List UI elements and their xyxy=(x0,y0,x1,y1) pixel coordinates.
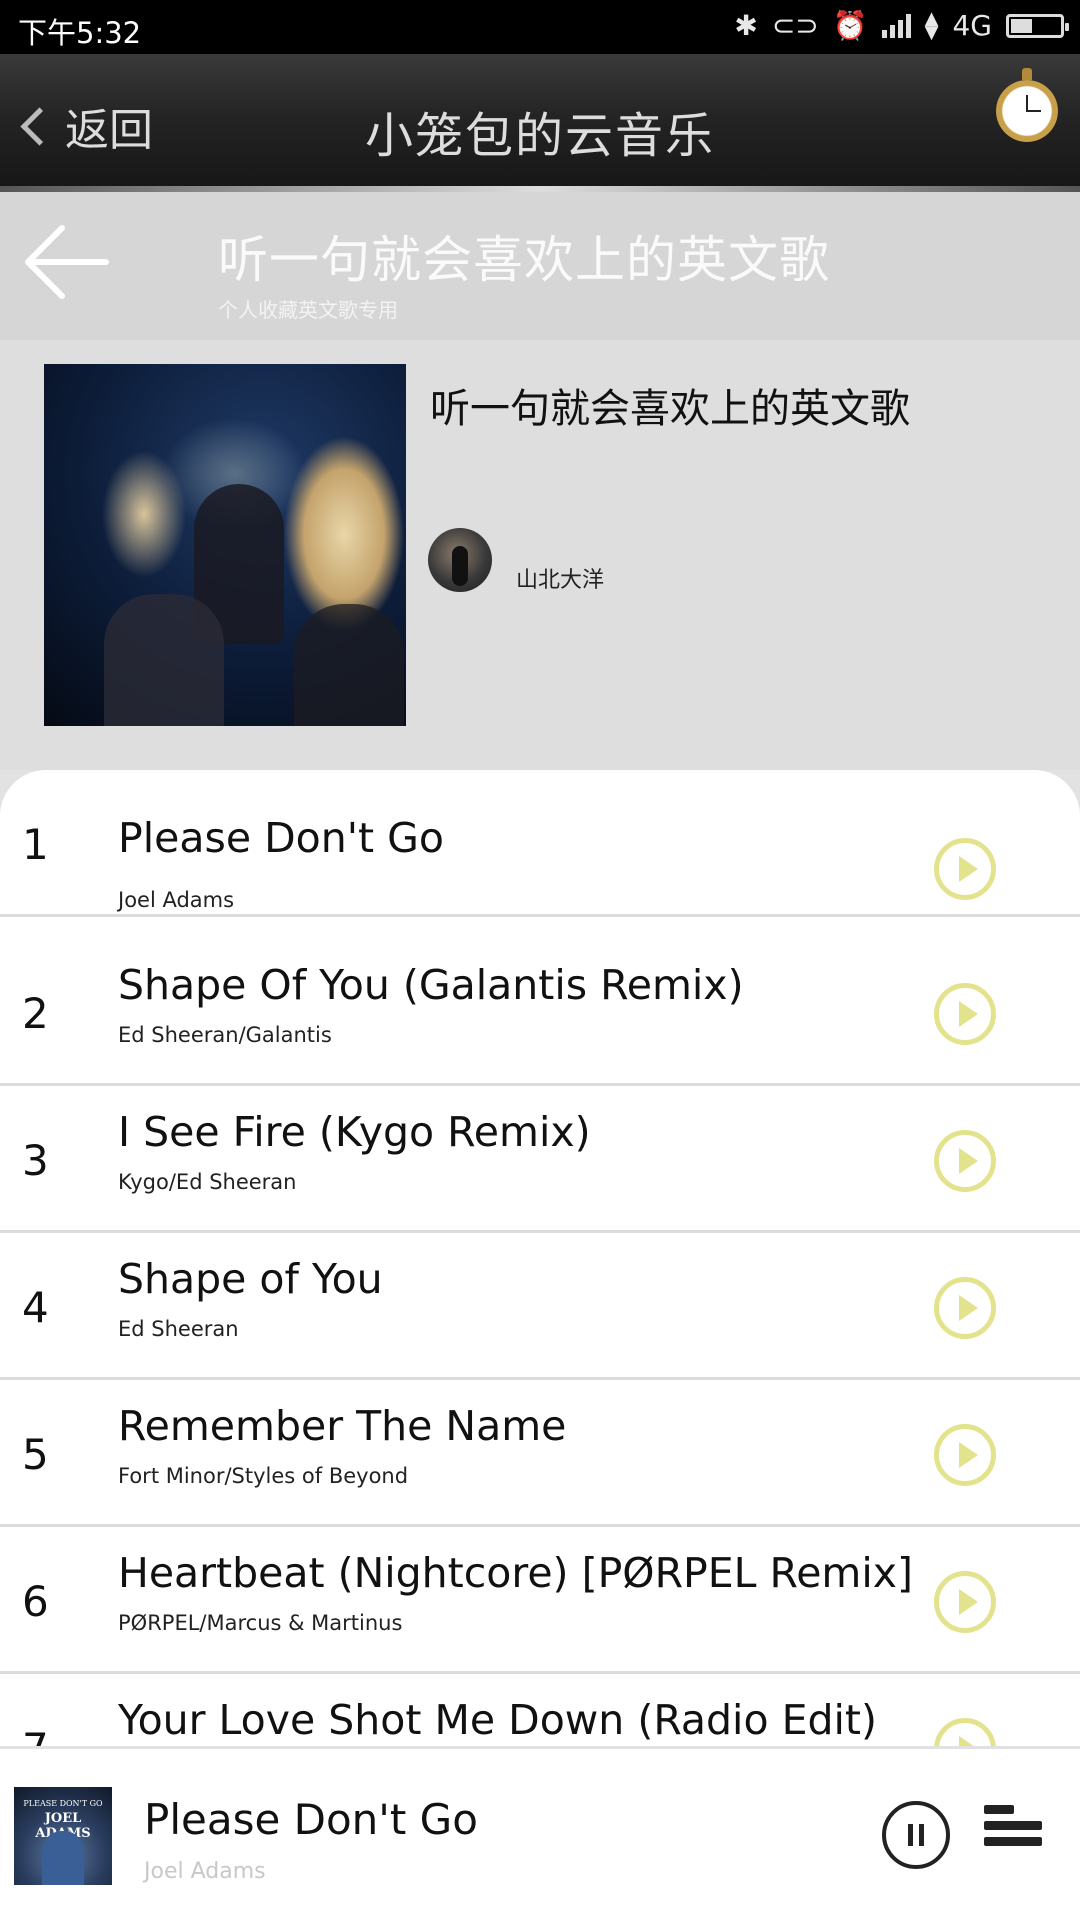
play-icon[interactable] xyxy=(934,1424,996,1486)
playlist-cover-image[interactable] xyxy=(44,364,406,726)
cover-text-small: PLEASE DON'T GO xyxy=(23,1799,103,1808)
bluetooth-icon: ✱ xyxy=(734,9,758,42)
song-number: 1 xyxy=(22,820,49,869)
hd-signal-icon xyxy=(881,13,911,38)
battery-icon xyxy=(1006,13,1069,38)
song-artist: Fort Minor/Styles of Beyond xyxy=(118,1464,409,1488)
playlist-header-subtitle: 个人收藏英文歌专用 xyxy=(218,298,398,322)
song-number: 5 xyxy=(22,1430,49,1479)
pause-icon[interactable] xyxy=(882,1801,950,1869)
app-header: 返回 小笼包的云音乐 xyxy=(0,54,1080,192)
network-type: 4G xyxy=(952,9,992,42)
song-row[interactable]: 4 Shape of You Ed Sheeran xyxy=(0,1233,1080,1380)
song-title: Shape of You xyxy=(118,1255,383,1303)
song-row[interactable]: 5 Remember The Name Fort Minor/Styles of… xyxy=(0,1380,1080,1527)
play-icon[interactable] xyxy=(934,1571,996,1633)
song-artist: Joel Adams xyxy=(118,888,235,912)
playlist-header-title: 听一句就会喜欢上的英文歌 xyxy=(218,231,830,289)
pocket-watch-icon[interactable] xyxy=(996,68,1058,142)
song-row[interactable]: 7 Your Love Shot Me Down (Radio Edit) xyxy=(0,1674,1080,1746)
song-artist: PØRPEL/Marcus & Martinus xyxy=(118,1611,403,1635)
song-artist: Kygo/Ed Sheeran xyxy=(118,1170,297,1194)
song-row[interactable]: 6 Heartbeat (Nightcore) [PØRPEL Remix] P… xyxy=(0,1527,1080,1674)
song-title: Remember The Name xyxy=(118,1402,567,1450)
play-icon[interactable] xyxy=(934,1277,996,1339)
owner-name[interactable]: 山北大洋 xyxy=(516,562,604,594)
song-number: 3 xyxy=(22,1136,49,1185)
play-icon[interactable] xyxy=(934,983,996,1045)
now-playing-cover[interactable]: PLEASE DON'T GO JOEL ADAMS xyxy=(14,1787,112,1885)
play-icon[interactable] xyxy=(934,838,996,900)
play-icon[interactable] xyxy=(934,1130,996,1192)
song-title: Please Don't Go xyxy=(118,814,444,862)
song-row[interactable]: 3 I See Fire (Kygo Remix) Kygo/Ed Sheera… xyxy=(0,1086,1080,1233)
song-number: 6 xyxy=(22,1577,49,1626)
arrow-left-icon[interactable] xyxy=(20,222,110,302)
status-icons: ✱ ⊂⊃ ⏰ ▲ ▼ 4G xyxy=(734,7,1069,43)
mini-player[interactable]: PLEASE DON'T GO JOEL ADAMS Please Don't … xyxy=(0,1746,1080,1920)
vibrate-icon: ⊂⊃ xyxy=(771,9,819,42)
play-icon[interactable] xyxy=(934,1718,996,1746)
song-title: I See Fire (Kygo Remix) xyxy=(118,1108,591,1156)
data-arrows-icon: ▲ ▼ xyxy=(924,7,939,43)
status-time: 下午5:32 xyxy=(18,16,142,50)
playlist-queue-icon[interactable] xyxy=(984,1805,1044,1857)
song-artist: Ed Sheeran xyxy=(118,1317,239,1341)
status-bar: 下午5:32 ✱ ⊂⊃ ⏰ ▲ ▼ 4G xyxy=(0,0,1080,54)
now-playing-artist: Joel Adams xyxy=(144,1859,266,1884)
playlist-info: 听一句就会喜欢上的英文歌 山北大洋 xyxy=(0,340,1080,770)
now-playing-title: Please Don't Go xyxy=(144,1795,478,1844)
app-title: 小笼包的云音乐 xyxy=(364,108,715,164)
song-number: 7 xyxy=(22,1724,49,1746)
song-row[interactable]: 1 Please Don't Go Joel Adams xyxy=(0,770,1080,917)
playlist-title: 听一句就会喜欢上的英文歌 xyxy=(430,386,910,432)
song-row[interactable]: 2 Shape Of You (Galantis Remix) Ed Sheer… xyxy=(0,939,1080,1086)
song-list: 1 Please Don't Go Joel Adams 2 Shape Of … xyxy=(0,770,1080,1746)
song-number: 2 xyxy=(22,989,49,1038)
song-title: Heartbeat (Nightcore) [PØRPEL Remix] xyxy=(118,1549,914,1597)
owner-avatar[interactable] xyxy=(428,528,492,592)
song-title: Your Love Shot Me Down (Radio Edit) xyxy=(118,1696,877,1744)
song-artist: Ed Sheeran/Galantis xyxy=(118,1023,332,1047)
song-number: 4 xyxy=(22,1283,49,1332)
song-title: Shape Of You (Galantis Remix) xyxy=(118,961,744,1009)
playlist-header: 听一句就会喜欢上的英文歌 个人收藏英文歌专用 xyxy=(0,192,1080,342)
alarm-icon: ⏰ xyxy=(832,9,868,42)
